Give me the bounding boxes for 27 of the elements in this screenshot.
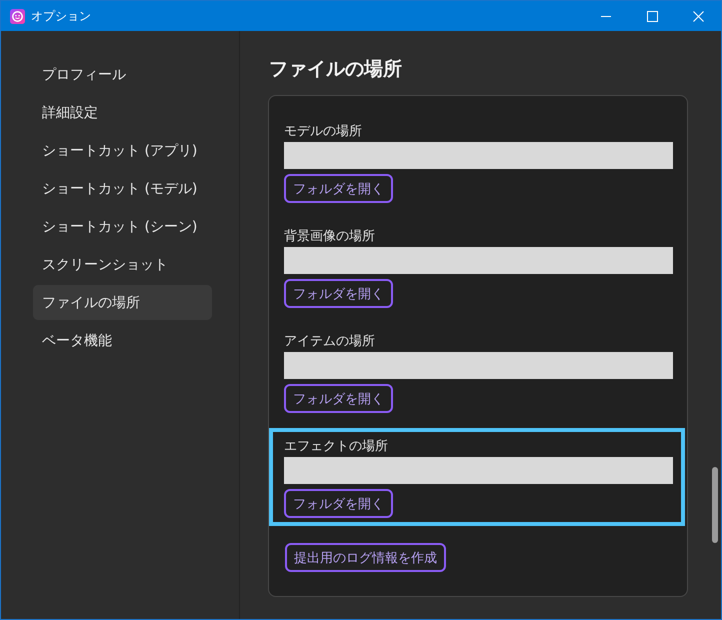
sidebar-item[interactable]: ベータ機能 <box>33 323 212 358</box>
path-field[interactable] <box>284 352 673 379</box>
sidebar-item[interactable]: ショートカット (モデル) <box>33 171 212 206</box>
open-folder-button[interactable]: フォルダを開く <box>284 279 393 308</box>
path-field[interactable] <box>284 142 673 169</box>
path-field[interactable] <box>284 457 673 484</box>
path-field[interactable] <box>284 247 673 274</box>
sidebar-item[interactable]: ショートカット (シーン) <box>33 209 212 244</box>
open-folder-button[interactable]: フォルダを開く <box>284 174 393 203</box>
sidebar-item[interactable]: スクリーンショット <box>33 247 212 282</box>
field-label: アイテムの場所 <box>284 334 376 350</box>
sidebar-item[interactable]: ファイルの場所 <box>33 285 212 320</box>
maximize-icon <box>646 10 658 22</box>
app-icon <box>10 8 25 24</box>
sidebar-item[interactable]: 詳細設定 <box>33 95 212 130</box>
sidebar-item[interactable]: プロフィール <box>33 57 212 92</box>
field-label: 背景画像の場所 <box>284 229 376 245</box>
open-folder-button[interactable]: フォルダを開く <box>284 384 393 413</box>
scrollbar-thumb[interactable] <box>712 467 718 543</box>
close-icon <box>692 10 704 22</box>
window-title: オプション <box>31 8 92 24</box>
create-log-button[interactable]: 提出用のログ情報を作成 <box>285 543 446 572</box>
field-label: モデルの場所 <box>284 124 363 140</box>
section-heading: ファイルの場所 <box>269 57 403 81</box>
open-folder-button[interactable]: フォルダを開く <box>284 489 393 518</box>
field-label: エフェクトの場所 <box>284 439 389 455</box>
sidebar-item[interactable]: ショートカット (アプリ) <box>33 133 212 168</box>
